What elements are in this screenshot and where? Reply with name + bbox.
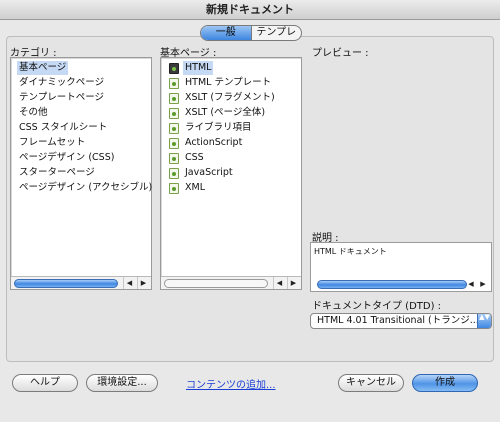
description-box: HTML ドキュメント ◀ ▶ (310, 242, 492, 292)
scrollbar-thumb[interactable] (14, 279, 118, 288)
scroll-left-arrow-icon[interactable]: ◀ (123, 277, 135, 289)
list-item-page-type[interactable]: ActionScript (185, 136, 242, 150)
list-item-category[interactable]: CSS スタイルシート (19, 121, 107, 135)
html-file-icon (169, 63, 179, 74)
file-icon (169, 93, 179, 104)
description-text: HTML ドキュメント (314, 247, 387, 256)
doctype-value: HTML 4.01 Transitional (トランジ... (317, 315, 479, 326)
list-item-page-type[interactable]: ライブラリ項目 (185, 121, 252, 135)
file-icon (169, 78, 179, 89)
scroll-left-arrow-icon[interactable]: ◀ (465, 278, 477, 290)
basic-page-horizontal-scrollbar[interactable]: ◀ ▶ (161, 276, 301, 289)
cancel-button[interactable]: キャンセル (338, 374, 404, 392)
tab-template[interactable]: テンプレート (250, 26, 302, 40)
list-item-page-type[interactable]: XML (185, 181, 205, 195)
category-list[interactable]: 基本ページ ダイナミックページ テンプレートページ その他 CSS スタイルシー… (10, 57, 152, 290)
dropdown-arrows-icon[interactable]: ▲▼ (477, 314, 491, 328)
basic-page-list[interactable]: HTML HTML テンプレート XSLT (フラグメント) XSLT (ページ… (160, 57, 302, 290)
list-item-category[interactable]: ページデザイン (アクセシブル) (19, 181, 152, 195)
list-item-category[interactable]: ページデザイン (CSS) (19, 151, 114, 165)
scrollbar-thumb[interactable] (164, 279, 268, 288)
scroll-right-arrow-icon[interactable]: ▶ (137, 277, 149, 289)
list-item-page-type[interactable]: JavaScript (185, 166, 233, 180)
add-content-link[interactable]: コンテンツの追加... (186, 376, 276, 391)
preferences-button[interactable]: 環境設定... (86, 374, 158, 392)
file-icon (169, 183, 179, 194)
list-item-page-type[interactable]: HTML (183, 61, 214, 75)
category-horizontal-scrollbar[interactable]: ◀ ▶ (11, 276, 151, 289)
window-title: 新規ドキュメント (0, 0, 500, 20)
list-item-page-type[interactable]: XSLT (ページ全体) (185, 106, 265, 120)
scroll-left-arrow-icon[interactable]: ◀ (273, 277, 285, 289)
create-button[interactable]: 作成 (412, 374, 478, 392)
preview-area (310, 58, 492, 223)
preview-label: プレビュー : (312, 48, 369, 59)
list-item-page-type[interactable]: HTML テンプレート (185, 76, 271, 90)
list-item-category[interactable]: 基本ページ (17, 61, 69, 75)
description-scrollbar[interactable]: ◀ ▶ (311, 278, 491, 291)
file-icon (169, 153, 179, 164)
doctype-label: ドキュメントタイプ (DTD) : (312, 301, 442, 312)
help-button[interactable]: ヘルプ (12, 374, 78, 392)
scrollbar-thumb[interactable] (317, 280, 467, 289)
file-icon (169, 168, 179, 179)
file-icon (169, 123, 179, 134)
list-item-category[interactable]: フレームセット (19, 136, 85, 150)
tab-bar: 一般 テンプレート (200, 25, 302, 41)
scroll-right-arrow-icon[interactable]: ▶ (287, 277, 299, 289)
file-icon (169, 108, 179, 119)
list-item-category[interactable]: テンプレートページ (19, 91, 104, 105)
file-icon (169, 138, 179, 149)
scroll-right-arrow-icon[interactable]: ▶ (477, 278, 489, 290)
list-item-category[interactable]: ダイナミックページ (19, 76, 104, 90)
list-item-category[interactable]: スターターページ (19, 166, 95, 180)
tab-general[interactable]: 一般 (201, 26, 251, 40)
list-item-page-type[interactable]: CSS (185, 151, 204, 165)
list-item-page-type[interactable]: XSLT (フラグメント) (185, 91, 275, 105)
doctype-select[interactable]: HTML 4.01 Transitional (トランジ... ▲▼ (310, 313, 492, 329)
list-item-category[interactable]: その他 (19, 106, 48, 120)
